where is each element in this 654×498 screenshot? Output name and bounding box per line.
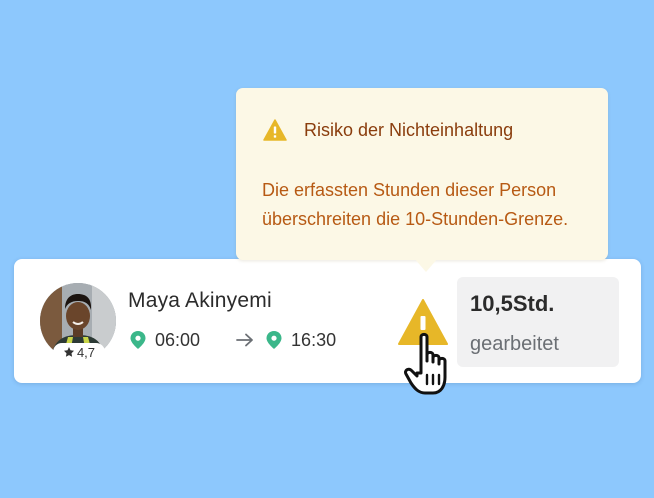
shift-times: 06:00 16:30	[130, 329, 336, 351]
end-time: 16:30	[291, 329, 337, 350]
star-icon	[63, 347, 74, 357]
rating-value: 4,7	[76, 344, 96, 360]
rating-badge: 4,7	[53, 343, 105, 361]
location-pin-icon	[130, 331, 146, 349]
tooltip-title: Risiko der Nichteinhaltung	[304, 120, 514, 140]
hand-pointer-cursor-icon	[404, 332, 447, 395]
shift-card[interactable]: 4,7 Maya Akinyemi 06:00 16:30 10,5Std. g…	[14, 259, 641, 383]
tooltip-message: Die erfassten Stunden dieser Person über…	[262, 180, 569, 229]
avatar: 4,7	[40, 283, 116, 361]
warning-tooltip: Risiko der Nichteinhaltung Die erfassten…	[236, 88, 608, 272]
location-pin-icon	[266, 331, 282, 349]
tooltip-tail	[414, 258, 438, 272]
warning-triangle-icon	[263, 119, 287, 141]
start-time: 06:00	[155, 329, 201, 350]
hours-worked-box: 10,5Std. gearbeitet	[457, 277, 619, 367]
person-name: Maya Akinyemi	[128, 289, 272, 312]
hours-label: gearbeitet	[470, 333, 559, 355]
hours-value: 10,5Std.	[470, 291, 555, 316]
arrow-right-icon	[236, 333, 253, 347]
